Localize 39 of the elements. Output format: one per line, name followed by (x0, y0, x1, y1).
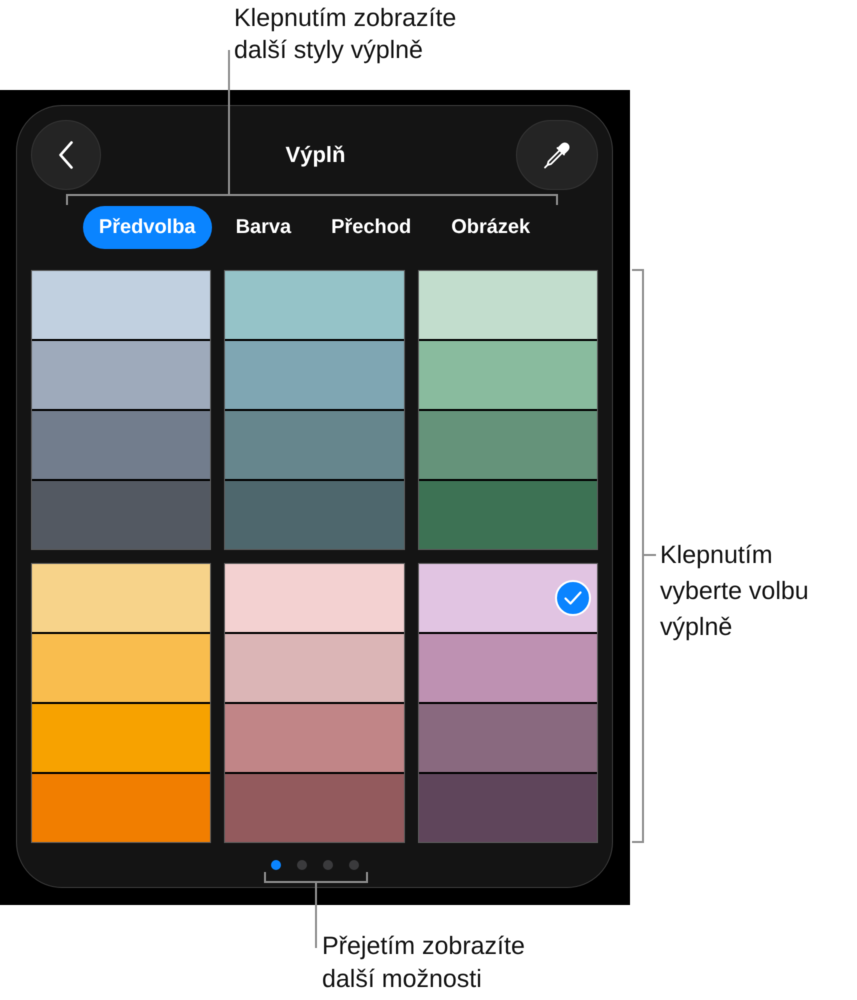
color-swatch[interactable] (32, 774, 210, 842)
color-swatch[interactable] (418, 341, 597, 409)
color-swatch[interactable] (32, 634, 210, 702)
color-swatch[interactable] (225, 411, 404, 479)
fill-tab[interactable]: Přechod (315, 206, 428, 249)
color-swatch[interactable] (225, 481, 404, 549)
color-swatch[interactable] (418, 564, 597, 632)
page-dot[interactable] (296, 860, 306, 870)
color-swatch[interactable] (32, 271, 210, 339)
color-swatch[interactable] (32, 704, 210, 772)
color-swatch[interactable] (225, 341, 404, 409)
color-swatch[interactable] (225, 634, 404, 702)
color-swatch[interactable] (418, 704, 597, 772)
fill-tab[interactable]: Barva (220, 206, 308, 249)
page-dot[interactable] (270, 860, 280, 870)
chevron-left-icon (59, 141, 73, 169)
color-swatch[interactable] (418, 481, 597, 549)
color-swatch[interactable] (225, 704, 404, 772)
callout-text: Klepnutím zobrazíte další styly výplně (234, 3, 456, 66)
fill-tab[interactable]: Předvolba (82, 206, 212, 249)
color-swatch[interactable] (418, 634, 597, 702)
color-swatch[interactable] (418, 271, 597, 339)
color-swatch[interactable] (32, 411, 210, 479)
checkmark-icon (554, 580, 591, 616)
color-swatch[interactable] (32, 564, 210, 632)
color-swatch[interactable] (32, 481, 210, 549)
callout-text: Přejetím zobrazíte další možnosti (322, 931, 525, 995)
color-swatch[interactable] (32, 341, 210, 409)
color-swatch[interactable] (418, 411, 597, 479)
callout-text: Klepnutím vyberte volbu výplně (660, 540, 809, 643)
color-swatch[interactable] (418, 774, 597, 842)
color-swatch[interactable] (225, 271, 404, 339)
fill-tab[interactable]: Obrázek (435, 206, 546, 249)
page-dot[interactable] (322, 860, 332, 870)
panel-title: Výplň (286, 142, 346, 168)
eyedropper-icon (543, 141, 571, 169)
page-dot[interactable] (348, 860, 358, 870)
color-swatch[interactable] (225, 774, 404, 842)
color-swatch[interactable] (225, 564, 404, 632)
